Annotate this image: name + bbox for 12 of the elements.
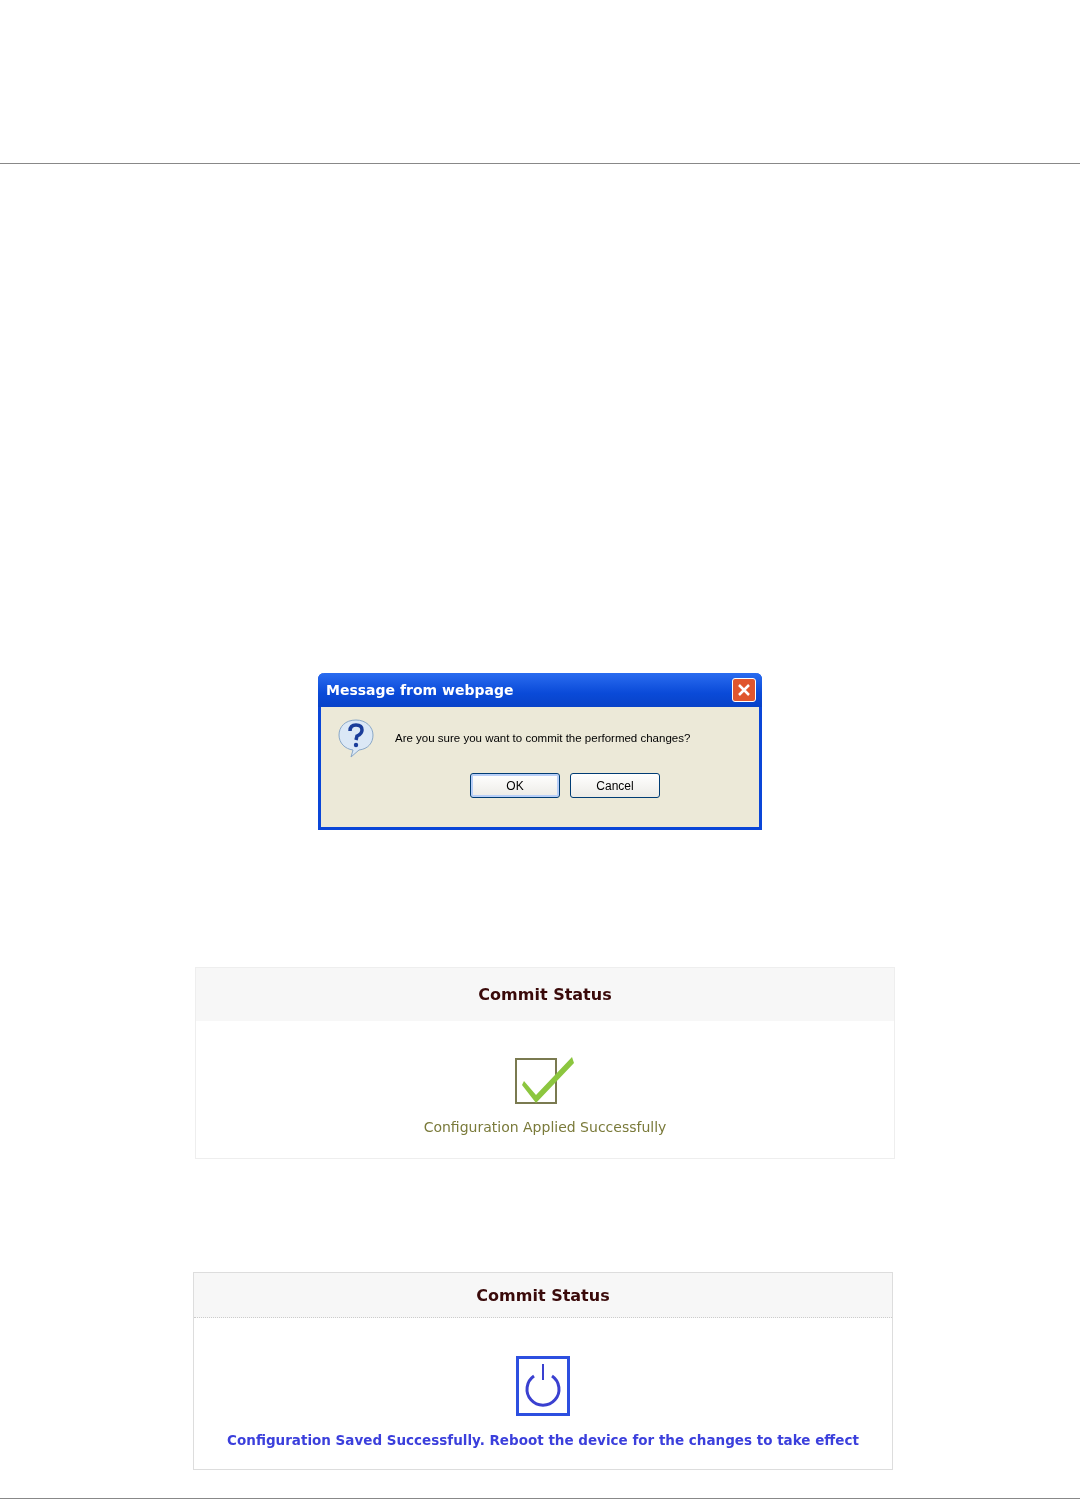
panel-title: Commit Status xyxy=(478,984,612,1004)
power-icon xyxy=(516,1356,570,1416)
close-icon xyxy=(737,683,751,697)
status-message: Configuration Applied Successfully xyxy=(423,1119,667,1135)
dialog-message: Are you sure you want to commit the performed changes? xyxy=(395,732,691,744)
question-icon xyxy=(335,717,377,759)
close-button[interactable] xyxy=(732,678,756,702)
ok-button[interactable]: OK xyxy=(470,773,560,798)
status-message: Configuration Saved Successfully. Reboot the device for the changes to take effect xyxy=(227,1432,859,1448)
window-title: Message from webpage xyxy=(326,682,514,698)
cancel-button[interactable]: Cancel xyxy=(570,773,660,798)
panel-title: Commit Status xyxy=(476,1285,610,1305)
